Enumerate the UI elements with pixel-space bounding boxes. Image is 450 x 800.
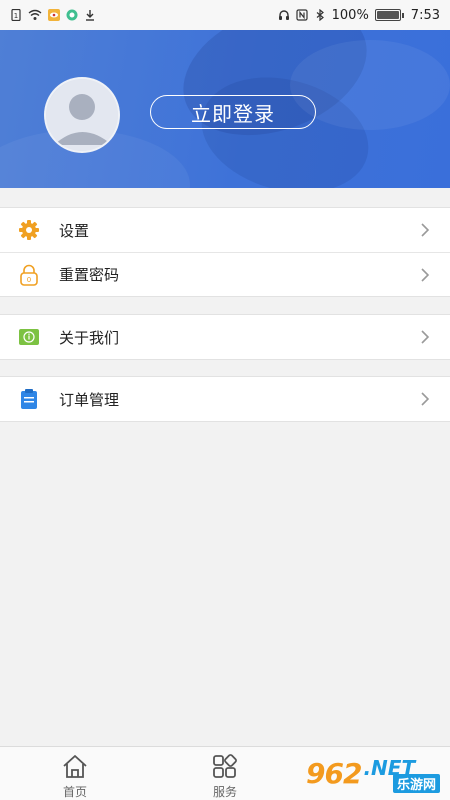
svg-text:0: 0 xyxy=(27,276,31,284)
menu-item-order-management[interactable]: 订单管理 xyxy=(0,377,450,421)
chevron-right-icon xyxy=(421,268,430,282)
wifi-icon xyxy=(28,9,42,20)
login-button[interactable]: 立即登录 xyxy=(150,95,316,129)
chevron-right-icon xyxy=(421,223,430,237)
status-left: 1 xyxy=(10,9,96,21)
menu-label-about-us: 关于我们 xyxy=(59,328,120,347)
menu-item-reset-password[interactable]: 0 重置密码 xyxy=(0,252,450,296)
headset-icon xyxy=(278,10,289,20)
info-icon xyxy=(19,329,39,345)
tab-services[interactable]: 服务 xyxy=(150,747,300,800)
menu-group-account: 设置 0 重置密码 xyxy=(0,207,450,297)
tab-label-services: 服务 xyxy=(212,785,237,799)
menu-group-orders: 订单管理 xyxy=(0,376,450,422)
menu-item-about-us[interactable]: 关于我们 xyxy=(0,315,450,359)
chevron-right-icon xyxy=(421,392,430,406)
watermark-logo: 962 .NET 乐游网 xyxy=(306,752,446,794)
app-notification-icon xyxy=(66,9,78,21)
grid-icon xyxy=(213,754,237,778)
eye-app-icon xyxy=(48,9,60,21)
watermark-number: 962 xyxy=(306,756,362,790)
bluetooth-icon xyxy=(316,9,324,21)
profile-header: 立即登录 xyxy=(0,30,450,188)
lock-icon: 0 xyxy=(20,264,38,286)
avatar[interactable] xyxy=(44,77,120,153)
menu-label-reset-password: 重置密码 xyxy=(59,266,120,284)
menu-item-settings[interactable]: 设置 xyxy=(0,208,450,252)
clock: 7:53 xyxy=(410,7,440,23)
status-right: 100% 7:53 xyxy=(278,8,440,23)
menu-group-about: 关于我们 xyxy=(0,314,450,360)
download-icon xyxy=(86,10,94,21)
svg-text:1: 1 xyxy=(14,12,18,20)
clipboard-icon xyxy=(21,389,37,409)
tab-home[interactable]: 首页 xyxy=(0,747,150,800)
tab-label-home: 首页 xyxy=(62,785,87,799)
nfc-icon xyxy=(296,9,308,21)
home-icon xyxy=(63,755,87,778)
battery-percent: 100% xyxy=(331,7,369,23)
watermark-sub: 乐游网 xyxy=(392,774,440,793)
chevron-right-icon xyxy=(421,330,430,344)
gear-icon xyxy=(19,220,39,240)
status-bar: 1 100% 7:53 xyxy=(0,0,450,30)
battery-icon xyxy=(374,9,404,21)
menu-label-settings: 设置 xyxy=(59,221,90,240)
sim-icon: 1 xyxy=(11,9,21,21)
menu-label-order-management: 订单管理 xyxy=(59,390,120,409)
